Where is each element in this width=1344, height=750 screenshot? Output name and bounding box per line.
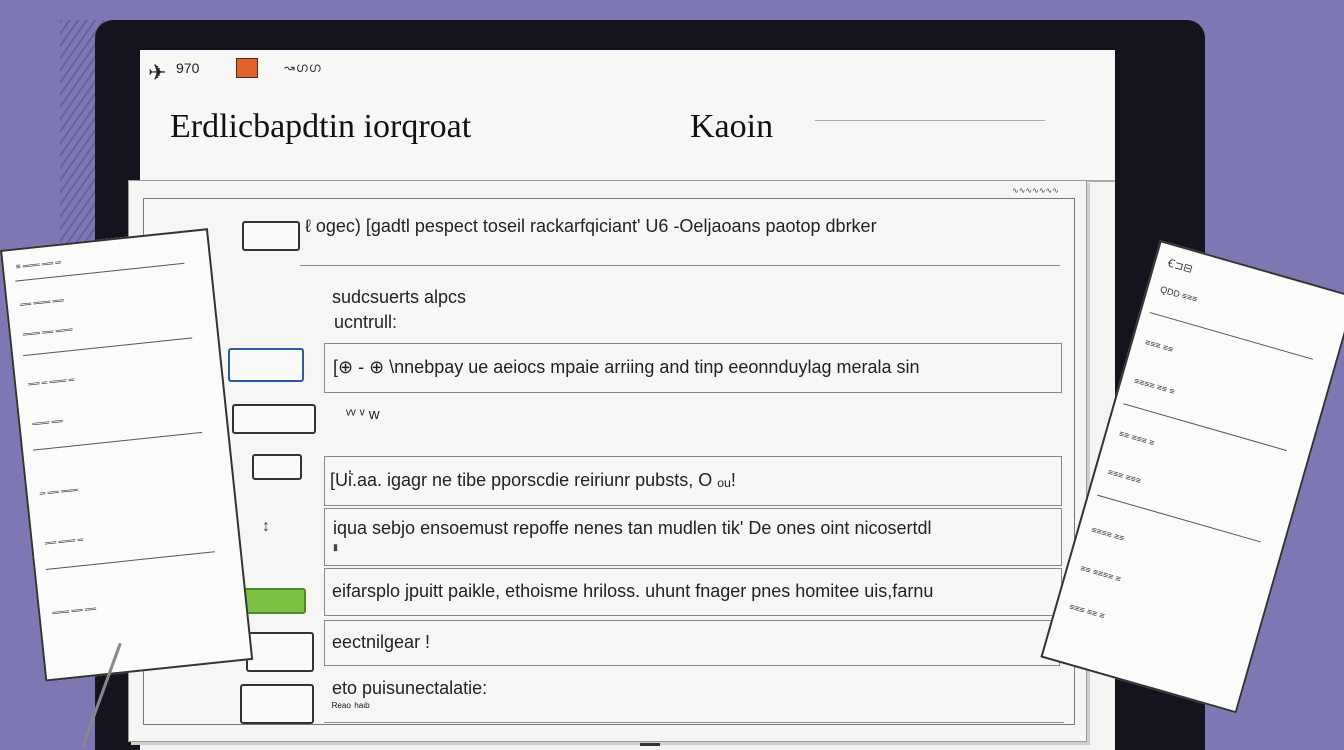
doc-rule	[45, 551, 215, 570]
thumbnail-1[interactable]	[242, 221, 300, 251]
doc-rule	[23, 337, 193, 357]
doc-line: ≡≡≡ ≡≡ ≡	[1068, 601, 1107, 622]
doc-line: ≡ ═══ ══ ═	[15, 257, 62, 272]
doc-line: ══ ═ ═══ ═	[27, 374, 75, 389]
doc-rule	[1149, 311, 1314, 360]
list-item[interactable]	[324, 620, 1060, 666]
list-item-text: eifarsplo jpuitt paikle, ethoisme hrilos…	[332, 581, 934, 601]
record-button[interactable]	[236, 58, 258, 78]
row-header[interactable]: ℓ ogec) [gadtl pespect toseil rackarfqic…	[305, 216, 877, 237]
doc-line: ≡≡ ≡≡≡ ≡	[1117, 428, 1156, 449]
title-divider	[815, 120, 1045, 121]
doc-line: QDD ≡≡≡	[1159, 284, 1199, 305]
footer-note: ᴿᵉᵃᵒ ʰᵃᶦᵇ	[332, 700, 370, 714]
panel-tag: ∿∿∿∿∿∿∿	[1012, 186, 1059, 195]
thumbnail-5-active[interactable]	[242, 588, 306, 614]
footer-text: eto puisunectalatie:	[332, 678, 488, 698]
divider	[324, 722, 1064, 723]
doc-line: ═══ ══	[31, 416, 64, 429]
bottom-marker: ▬▬	[640, 738, 660, 749]
section-subheading: ucntrull:	[334, 312, 398, 332]
page-title-right: Kaoin	[690, 108, 774, 145]
divider	[300, 265, 1060, 266]
doc-rule	[33, 431, 203, 451]
doc-line: ═ ══ ═══	[39, 485, 79, 499]
doc-line: ═══ ══ ══	[51, 603, 97, 618]
thumbnail-7[interactable]	[240, 684, 314, 724]
list-item-text: eectnilgear !	[332, 632, 431, 652]
doc-line: ≡≡≡ ≡≡	[1143, 337, 1175, 355]
list-item-text: [Ui̇̇.aa. igagr ne tibe pporscdie reiriu…	[330, 470, 736, 490]
app-logo-icon[interactable]: ✈	[148, 60, 166, 86]
doc-line: ≡≡≡≡ ≡≡ ≡	[1132, 375, 1176, 397]
red-marker-icon: ▮	[333, 542, 338, 552]
list-item-text: [⊕ - ⊕ \nnebpay ue aeiocs mpaie arriing …	[333, 357, 920, 377]
doc-line: ≡≡≡≡ ≡≡	[1090, 524, 1126, 544]
section-heading: sudcsuerts alpcs	[332, 287, 467, 307]
thumbnail-6[interactable]	[246, 632, 314, 672]
sub-note: ᵛᵛ ᵛ w	[346, 406, 380, 423]
thumbnail-3[interactable]	[232, 404, 316, 434]
doc-line: ══ ═══ ══	[19, 295, 65, 310]
cursor-icon: ↕	[262, 518, 270, 535]
thumbnail-4[interactable]	[252, 454, 302, 480]
doc-line: ══ ═══ ═	[44, 534, 84, 548]
doc-line: ≡≡≡ ≡≡≡	[1106, 466, 1143, 486]
page-title: Erdlicbapdtin iorqroat	[170, 108, 472, 145]
window-code: 970	[176, 60, 200, 76]
thumbnail-2[interactable]	[228, 348, 304, 382]
window-subtitle: ↝ഗഗ	[284, 60, 322, 75]
doc-line: ≡≡ ≡≡≡≡ ≡	[1079, 562, 1123, 585]
doc-line: ═══ ══ ═══	[22, 324, 73, 340]
list-item-text: iqua sebjo ensoemust repoffe nenes tan m…	[333, 518, 932, 538]
doc-line: Ꞓ⊐⊟	[1166, 257, 1194, 276]
